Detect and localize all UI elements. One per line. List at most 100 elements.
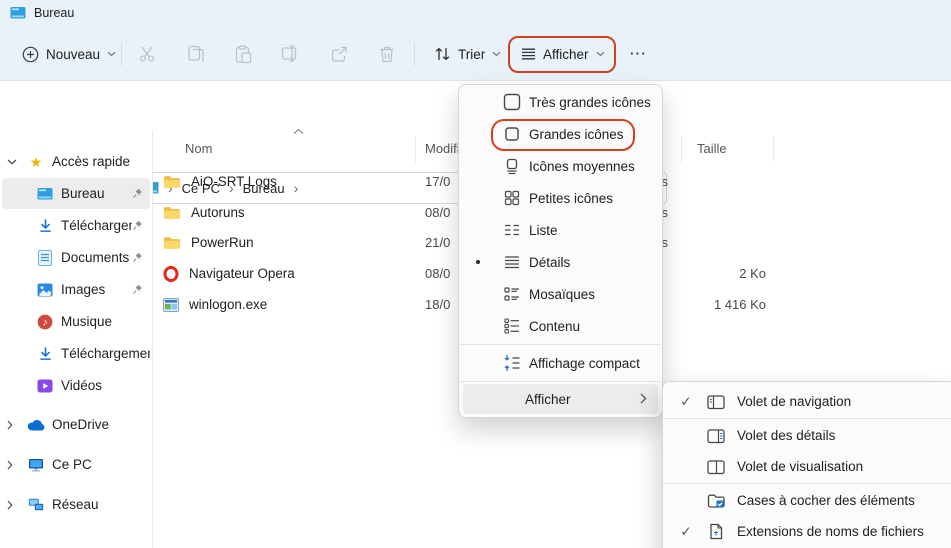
submenu-item-details-pane[interactable]: Volet des détails bbox=[663, 420, 951, 451]
navigation-pane-icon bbox=[707, 393, 725, 411]
menu-item-content[interactable]: Contenu bbox=[459, 310, 662, 342]
file-row[interactable]: winlogon.exe bbox=[163, 289, 267, 320]
pin-icon bbox=[132, 220, 143, 231]
file-date: 08/0 bbox=[425, 266, 451, 281]
file-name: PowerRun bbox=[191, 235, 254, 250]
menu-separator bbox=[663, 418, 951, 419]
paste-button[interactable] bbox=[234, 45, 253, 64]
explorer-tab[interactable]: Bureau bbox=[10, 6, 74, 20]
computer-icon bbox=[27, 458, 45, 472]
desktop-icon bbox=[10, 7, 26, 19]
file-date: 08/0 bbox=[425, 205, 451, 220]
share-button[interactable] bbox=[330, 45, 349, 63]
sidebar-item-videos[interactable]: Vidéos bbox=[2, 370, 150, 401]
collapse-chevron-icon[interactable] bbox=[2, 500, 27, 510]
sidebar-item-quick-access[interactable]: ★ Accès rapide bbox=[2, 146, 150, 177]
breadcrumb-separator: › bbox=[293, 180, 299, 196]
menu-item-label: Mosaïques bbox=[529, 286, 596, 302]
cut-button[interactable] bbox=[138, 45, 158, 63]
content-icon bbox=[503, 317, 521, 335]
submenu-item-item-checkboxes[interactable]: Cases à cocher des éléments bbox=[663, 485, 951, 516]
sidebar-item-label: Images bbox=[61, 282, 106, 297]
sidebar-item-downloads-pinned[interactable]: Téléchargements bbox=[2, 210, 150, 241]
new-button-label: Nouveau bbox=[46, 46, 101, 62]
sort-button[interactable]: Trier bbox=[434, 37, 501, 71]
menu-item-extra-large-icons[interactable]: Très grandes icônes bbox=[459, 86, 662, 118]
onedrive-cloud-icon bbox=[27, 419, 45, 431]
submenu-item-label: Volet de visualisation bbox=[737, 459, 864, 474]
menu-item-compact-view[interactable]: Affichage compact bbox=[459, 347, 662, 379]
submenu-item-label: Cases à cocher des éléments bbox=[737, 493, 915, 508]
column-divider[interactable] bbox=[681, 136, 682, 162]
submenu-item-file-extensions[interactable]: ✓ Extensions de noms de fichiers bbox=[663, 516, 951, 547]
column-divider[interactable] bbox=[773, 136, 774, 162]
file-row[interactable]: Autoruns bbox=[163, 197, 245, 228]
sidebar-item-documents[interactable]: Documents bbox=[2, 242, 150, 273]
sidebar-item-music[interactable]: ♪ Musique bbox=[2, 306, 150, 337]
more-options-button[interactable]: ⋯ bbox=[629, 37, 647, 71]
sidebar-item-downloads[interactable]: Téléchargements bbox=[2, 338, 150, 369]
file-size: 2 Ko bbox=[739, 266, 766, 281]
delete-button[interactable] bbox=[378, 45, 396, 64]
submenu-item-navigation-pane[interactable]: ✓ Volet de navigation bbox=[663, 386, 951, 417]
navigation-pane: ★ Accès rapide Bureau Téléchargements Do… bbox=[0, 130, 153, 548]
sidebar-item-label: Téléchargements bbox=[61, 218, 132, 233]
file-size: 1 416 Ko bbox=[713, 297, 766, 312]
toolbar-divider bbox=[414, 42, 415, 66]
submenu-item-label: Volet des détails bbox=[737, 428, 836, 443]
menu-item-label: Très grandes icônes bbox=[529, 94, 651, 110]
submenu-chevron-icon bbox=[640, 393, 647, 404]
pictures-icon bbox=[36, 283, 54, 297]
sidebar-item-label: Téléchargements bbox=[61, 346, 150, 361]
document-icon bbox=[36, 249, 54, 266]
collapse-chevron-icon[interactable] bbox=[2, 460, 27, 470]
view-lines-icon bbox=[522, 48, 535, 60]
compact-view-icon bbox=[503, 354, 521, 372]
sidebar-item-onedrive[interactable]: OneDrive bbox=[2, 409, 150, 440]
sidebar-item-label: Accès rapide bbox=[52, 154, 131, 169]
column-header-name[interactable]: Nom bbox=[185, 141, 212, 156]
sidebar-item-desktop[interactable]: Bureau bbox=[2, 178, 150, 209]
submenu-item-preview-pane[interactable]: Volet de visualisation bbox=[663, 451, 951, 482]
menu-item-label: Détails bbox=[529, 254, 571, 270]
menu-item-large-icons[interactable]: Grandes icônes bbox=[459, 118, 662, 150]
view-button[interactable]: Afficher bbox=[521, 37, 605, 71]
share-icon bbox=[331, 46, 347, 62]
file-name: Navigateur Opera bbox=[189, 266, 295, 281]
rename-button[interactable] bbox=[281, 45, 301, 62]
toolbar-divider bbox=[121, 42, 122, 66]
sidebar-item-pictures[interactable]: Images bbox=[2, 274, 150, 305]
menu-item-list[interactable]: Liste bbox=[459, 214, 662, 246]
sidebar-item-this-pc[interactable]: Ce PC bbox=[2, 449, 150, 480]
column-divider[interactable] bbox=[415, 136, 416, 162]
expand-chevron-icon[interactable] bbox=[2, 159, 27, 165]
show-submenu: ✓ Volet de navigation Volet des détails … bbox=[662, 381, 951, 548]
menu-item-label: Contenu bbox=[529, 318, 581, 334]
file-row[interactable]: AiO-SRT Logs bbox=[163, 166, 277, 197]
copy-button[interactable] bbox=[187, 45, 205, 64]
collapse-chevron-icon[interactable] bbox=[2, 420, 27, 430]
music-icon: ♪ bbox=[36, 314, 54, 330]
sort-ascending-icon[interactable] bbox=[293, 128, 304, 135]
file-row[interactable]: Navigateur Opera bbox=[163, 258, 295, 289]
file-name: AiO-SRT Logs bbox=[191, 174, 277, 189]
file-row[interactable]: PowerRun bbox=[163, 227, 254, 258]
sidebar-item-label: Ce PC bbox=[52, 457, 92, 472]
network-icon bbox=[27, 498, 45, 512]
extra-large-icons-icon bbox=[503, 93, 521, 111]
column-header-size[interactable]: Taille bbox=[697, 141, 727, 156]
menu-item-label: Affichage compact bbox=[529, 355, 640, 371]
sidebar-item-label: Musique bbox=[61, 314, 113, 329]
menu-item-tiles[interactable]: Mosaïques bbox=[459, 278, 662, 310]
menu-item-small-icons[interactable]: Petites icônes bbox=[459, 182, 662, 214]
menu-item-show[interactable]: Afficher bbox=[463, 384, 658, 414]
new-button[interactable]: Nouveau bbox=[22, 37, 116, 71]
view-menu: Très grandes icônes Grandes icônes Icône… bbox=[458, 84, 663, 418]
menu-item-details[interactable]: Détails bbox=[459, 246, 662, 278]
sidebar-item-label: Réseau bbox=[52, 497, 99, 512]
plus-circle-icon bbox=[22, 46, 39, 62]
check-icon: ✓ bbox=[680, 523, 692, 539]
sidebar-item-network[interactable]: Réseau bbox=[2, 489, 150, 520]
small-icons-icon bbox=[503, 189, 521, 207]
menu-item-medium-icons[interactable]: Icônes moyennes bbox=[459, 150, 662, 182]
